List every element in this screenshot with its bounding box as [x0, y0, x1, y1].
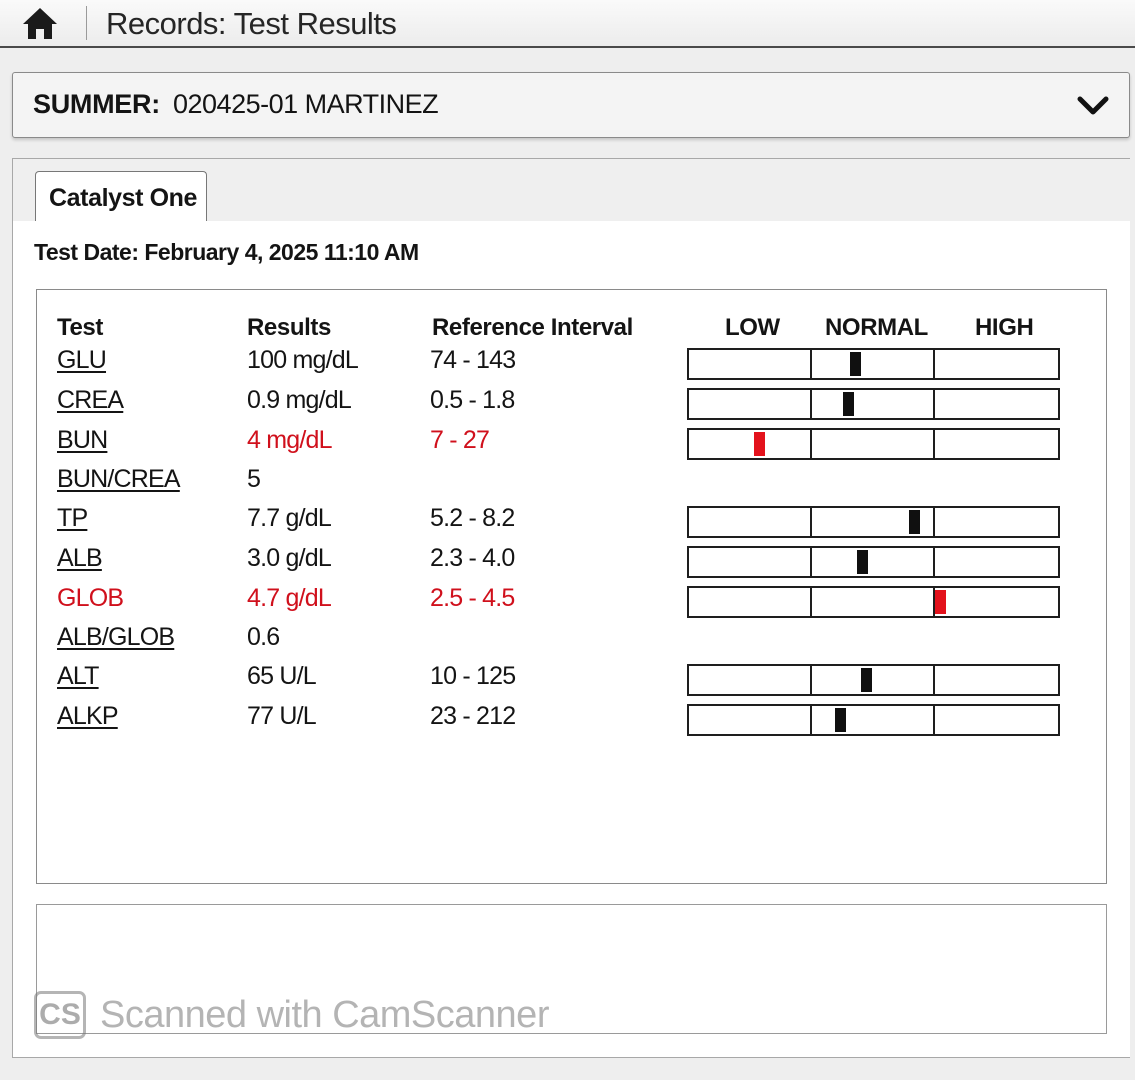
- test-name-link[interactable]: ALT: [57, 662, 99, 691]
- header-reference-interval: Reference Interval: [432, 314, 633, 341]
- gauge-divider: [933, 390, 935, 418]
- result-value-abnormal: 4 mg/dL: [247, 426, 333, 454]
- tab-catalyst-one[interactable]: Catalyst One: [35, 171, 207, 221]
- range-gauge: [687, 388, 1060, 420]
- gauge-marker: [909, 510, 920, 534]
- gauge-divider: [933, 548, 935, 576]
- gauge-divider: [933, 508, 935, 536]
- camscanner-logo: CS: [34, 991, 86, 1039]
- gauge-marker: [861, 668, 872, 692]
- test-name-link[interactable]: BUN/CREA: [57, 465, 181, 494]
- table-row: CREA 0.9 mg/dL 0.5 - 1.8: [37, 382, 1106, 422]
- reference-interval-abnormal: 2.5 - 4.5: [430, 584, 515, 612]
- gauge-divider: [933, 350, 935, 378]
- test-name-abnormal[interactable]: GLOB: [57, 584, 124, 613]
- gauge-divider: [810, 706, 812, 734]
- range-gauge: [687, 586, 1060, 618]
- gauge-divider: [810, 390, 812, 418]
- top-bar: Records: Test Results: [0, 0, 1135, 48]
- reference-interval: 2.3 - 4.0: [430, 544, 515, 572]
- reference-interval: 5.2 - 8.2: [430, 504, 515, 532]
- table-row: ALT 65 U/L 10 - 125: [37, 658, 1106, 698]
- test-name-link[interactable]: BUN: [57, 426, 108, 455]
- patient-selector[interactable]: SUMMER: 020425-01 MARTINEZ: [12, 72, 1130, 138]
- table-row: ALB/GLOB 0.6: [37, 619, 1106, 659]
- watermark-text: Scanned with CamScanner: [100, 993, 549, 1036]
- results-table: Test Results Reference Interval LOW NORM…: [36, 289, 1107, 884]
- header-high: HIGH: [975, 314, 1034, 341]
- test-name-link[interactable]: ALB/GLOB: [57, 623, 175, 652]
- test-name-link[interactable]: GLU: [57, 346, 107, 375]
- reference-interval: 74 - 143: [430, 346, 516, 374]
- gauge-marker-low: [754, 432, 765, 456]
- table-row: GLOB 4.7 g/dL 2.5 - 4.5: [37, 580, 1106, 620]
- table-row: BUN/CREA 5: [37, 461, 1106, 501]
- range-gauge: [687, 348, 1060, 380]
- test-date: Test Date: February 4, 2025 11:10 AM: [34, 239, 419, 265]
- result-value: 7.7 g/dL: [247, 504, 332, 532]
- tab-strip: Catalyst One: [13, 159, 1130, 221]
- range-gauge: [687, 506, 1060, 538]
- result-value: 3.0 g/dL: [247, 544, 332, 572]
- test-name-link[interactable]: ALKP: [57, 702, 119, 731]
- header-normal: NORMAL: [825, 314, 928, 341]
- home-icon[interactable]: [20, 4, 60, 44]
- header-results: Results: [247, 314, 331, 341]
- gauge-divider: [933, 706, 935, 734]
- reference-interval: 0.5 - 1.8: [430, 386, 515, 414]
- result-value: 65 U/L: [247, 662, 317, 690]
- results-panel: Catalyst One Test Date: February 4, 2025…: [12, 158, 1130, 1058]
- header-test: Test: [57, 314, 103, 341]
- result-value-abnormal: 4.7 g/dL: [247, 584, 332, 612]
- result-value: 0.6: [247, 623, 280, 651]
- gauge-marker: [857, 550, 868, 574]
- gauge-divider: [810, 588, 812, 616]
- table-row: ALB 3.0 g/dL 2.3 - 4.0: [37, 540, 1106, 580]
- gauge-divider: [810, 350, 812, 378]
- table-row: BUN 4 mg/dL 7 - 27: [37, 422, 1106, 462]
- result-value: 0.9 mg/dL: [247, 386, 352, 414]
- topbar-divider: [86, 6, 87, 40]
- reference-interval-abnormal: 7 - 27: [430, 426, 490, 454]
- test-name-link[interactable]: ALB: [57, 544, 103, 573]
- reference-interval: 23 - 212: [430, 702, 516, 730]
- patient-label: SUMMER:: [33, 89, 160, 119]
- gauge-marker: [843, 392, 854, 416]
- gauge-divider: [810, 666, 812, 694]
- reference-interval: 10 - 125: [430, 662, 516, 690]
- table-row: GLU 100 mg/dL 74 - 143: [37, 342, 1106, 382]
- table-row: ALKP 77 U/L 23 - 212: [37, 698, 1106, 738]
- result-value: 77 U/L: [247, 702, 317, 730]
- result-value: 5: [247, 465, 261, 493]
- test-name-link[interactable]: TP: [57, 504, 88, 533]
- gauge-divider: [810, 548, 812, 576]
- table-row: TP 7.7 g/dL 5.2 - 8.2: [37, 500, 1106, 540]
- gauge-divider: [810, 508, 812, 536]
- page-title: Records: Test Results: [106, 6, 397, 41]
- range-gauge: [687, 664, 1060, 696]
- gauge-marker-high: [935, 590, 946, 614]
- gauge-marker: [835, 708, 846, 732]
- gauge-divider: [810, 430, 812, 458]
- range-gauge: [687, 428, 1060, 460]
- chevron-down-icon[interactable]: [1075, 90, 1111, 120]
- gauge-divider: [933, 430, 935, 458]
- range-gauge: [687, 546, 1060, 578]
- range-gauge: [687, 704, 1060, 736]
- patient-id-name: 020425-01 MARTINEZ: [173, 89, 439, 119]
- test-name-link[interactable]: CREA: [57, 386, 124, 415]
- header-low: LOW: [725, 314, 780, 341]
- scanner-watermark: CS Scanned with CamScanner: [34, 988, 549, 1042]
- gauge-divider: [933, 666, 935, 694]
- result-value: 100 mg/dL: [247, 346, 359, 374]
- gauge-marker: [850, 352, 861, 376]
